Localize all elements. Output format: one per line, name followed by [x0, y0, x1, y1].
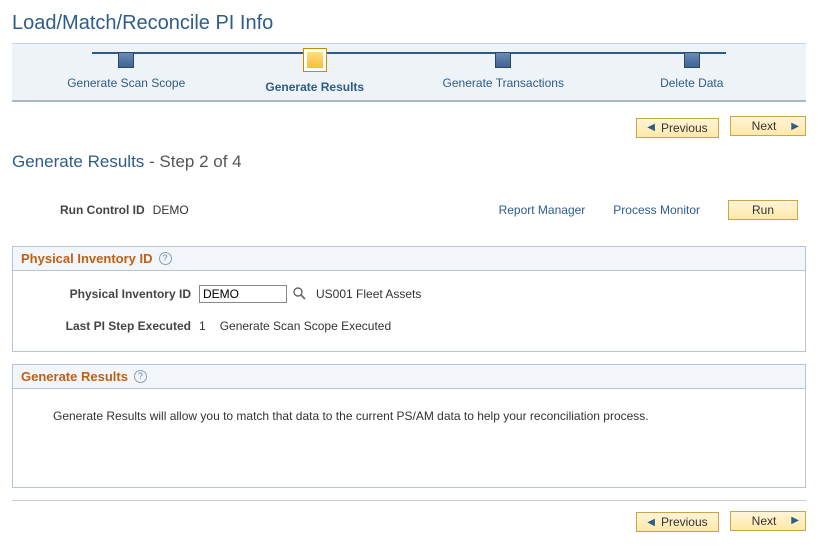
train-stop-generate-results[interactable]: Generate Results — [221, 52, 410, 94]
lookup-icon[interactable] — [293, 287, 306, 303]
train-box-icon — [118, 52, 134, 68]
physical-inventory-id-input[interactable] — [199, 285, 287, 303]
run-control-value: DEMO — [153, 203, 189, 217]
run-control-label: Run Control ID — [60, 203, 145, 217]
process-monitor-link[interactable]: Process Monitor — [613, 203, 700, 217]
chevron-right-icon: ▶ — [791, 121, 799, 132]
train-box-icon — [303, 48, 327, 72]
panel-title: Physical Inventory ID — [21, 251, 153, 266]
page-title: Load/Match/Reconcile PI Info — [12, 12, 806, 35]
panel-title: Generate Results — [21, 369, 128, 384]
next-button[interactable]: Next ▶ — [730, 116, 806, 136]
train-label: Generate Results — [265, 80, 364, 94]
last-pi-step-number: 1 — [199, 319, 206, 333]
train-stop-generate-scan-scope[interactable]: Generate Scan Scope — [32, 52, 221, 94]
train-box-icon — [495, 52, 511, 68]
train-stop-generate-transactions[interactable]: Generate Transactions — [409, 52, 598, 94]
chevron-left-icon: ◀ — [647, 122, 655, 133]
physical-inventory-panel: Physical Inventory ID ? Physical Invento… — [12, 246, 806, 352]
previous-button[interactable]: ◀ Previous — [636, 118, 718, 138]
button-label: Previous — [661, 515, 708, 529]
generate-results-panel: Generate Results ? Generate Results will… — [12, 364, 806, 488]
step-title: Generate Results - Step 2 of 4 — [12, 152, 806, 172]
panel-header: Physical Inventory ID ? — [13, 247, 805, 271]
report-manager-link[interactable]: Report Manager — [499, 203, 586, 217]
panel-header: Generate Results ? — [13, 365, 805, 389]
train-label: Delete Data — [660, 76, 723, 90]
run-button[interactable]: Run — [728, 200, 798, 220]
train-label: Generate Transactions — [443, 76, 564, 90]
nav-row-top: ◀ Previous Next ▶ — [12, 116, 806, 142]
step-title-main: Generate Results — [12, 152, 144, 171]
step-title-suffix: - Step 2 of 4 — [144, 152, 241, 171]
physical-inventory-description: US001 Fleet Assets — [316, 287, 421, 301]
generate-results-description: Generate Results will allow you to match… — [53, 409, 789, 423]
train-box-icon — [684, 52, 700, 68]
nav-row-bottom: ◀ Previous Next ▶ — [12, 500, 806, 537]
help-icon[interactable]: ? — [134, 370, 147, 383]
train-label: Generate Scan Scope — [67, 76, 185, 90]
next-button[interactable]: Next ▶ — [730, 511, 806, 531]
last-pi-step-label: Last PI Step Executed — [29, 319, 199, 333]
train-stop-bar: Generate Scan Scope Generate Results Gen… — [12, 43, 806, 102]
train-stop-delete-data[interactable]: Delete Data — [598, 52, 787, 94]
chevron-right-icon: ▶ — [791, 515, 799, 526]
previous-button[interactable]: ◀ Previous — [636, 512, 718, 532]
button-label: Next — [752, 514, 777, 528]
physical-inventory-id-label: Physical Inventory ID — [29, 287, 199, 301]
button-label: Previous — [661, 121, 708, 135]
chevron-left-icon: ◀ — [647, 517, 655, 528]
run-control-row: Run Control ID DEMO Report Manager Proce… — [12, 200, 806, 220]
button-label: Next — [752, 119, 777, 133]
help-icon[interactable]: ? — [159, 252, 172, 265]
last-pi-step-text: Generate Scan Scope Executed — [220, 319, 391, 333]
